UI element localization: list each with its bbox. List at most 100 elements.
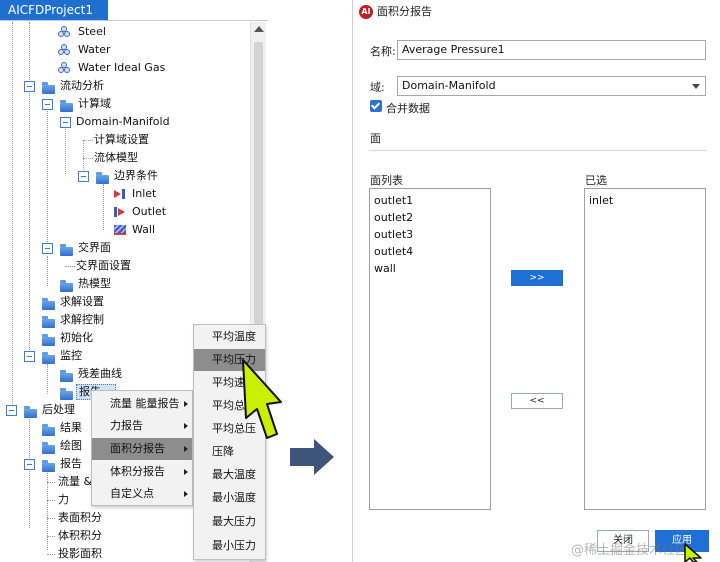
folder-icon <box>42 316 55 328</box>
project-tab[interactable]: AICFDProject1 <box>0 0 108 20</box>
tree-item-reports[interactable]: 报告 <box>60 455 82 473</box>
tree-line <box>65 266 75 267</box>
tree-item-domain[interactable]: 计算域 <box>78 95 111 113</box>
tree-item-water-ideal-gas[interactable]: Water Ideal Gas <box>78 59 165 77</box>
material-icon <box>58 62 70 74</box>
tree-divider <box>0 20 268 21</box>
tree-item-monitor[interactable]: 监控 <box>60 347 82 365</box>
submenu-arrow-icon <box>184 446 188 452</box>
add-selected-button[interactable]: >> <box>511 270 563 286</box>
tree-item-plots[interactable]: 绘图 <box>60 437 82 455</box>
pointer-cursor-icon <box>242 359 282 439</box>
collapse-toggle-icon[interactable] <box>78 171 89 182</box>
tree-item-interface-settings[interactable]: 交界面设置 <box>76 257 131 275</box>
folder-icon <box>96 172 109 184</box>
tree-line <box>47 500 55 501</box>
menu-item-flow-energy-report[interactable]: 流量 能量报告 <box>92 393 192 415</box>
tree-item-steel[interactable]: Steel <box>78 23 106 41</box>
list-item[interactable]: wall <box>374 261 396 277</box>
folder-icon <box>60 244 73 256</box>
menu-item-label: 流量 能量报告 <box>110 397 180 410</box>
menu-item-max-pressure[interactable]: 最大压力 <box>194 511 265 533</box>
menu-item-custom-point[interactable]: 自定义点 <box>92 483 192 505</box>
domain-select-value: Domain-Manifold <box>402 79 496 92</box>
tree-item-solver-settings[interactable]: 求解设置 <box>60 293 104 311</box>
tree-line <box>12 22 13 410</box>
tree-item-fluid-model[interactable]: 流体模型 <box>94 149 138 167</box>
folder-icon <box>60 280 73 292</box>
remove-selected-button[interactable]: << <box>511 393 563 409</box>
tree-line <box>47 364 48 394</box>
tree-line <box>47 104 48 252</box>
menu-item-pressure-drop[interactable]: 压降 <box>194 441 265 463</box>
tree-item-inlet[interactable]: Inlet <box>132 185 156 203</box>
watermark: @稀土掘金技术社区 <box>571 543 689 558</box>
tree-item-interface[interactable]: 交界面 <box>78 239 111 257</box>
right-arrow-icon <box>290 439 334 475</box>
tree-item-solver-control[interactable]: 求解控制 <box>60 311 104 329</box>
tree-item-domain-settings[interactable]: 计算域设置 <box>94 131 149 149</box>
merge-data-label: 合并数据 <box>386 102 430 115</box>
domain-select[interactable]: Domain-Manifold <box>397 76 706 96</box>
tree-item-projected-area[interactable]: 投影面积 <box>58 545 102 562</box>
menu-item-volume-integral-report[interactable]: 体积分报告 <box>92 461 192 483</box>
menu-item-min-pressure[interactable]: 最小压力 <box>194 535 265 557</box>
tree-item-flow-analysis[interactable]: 流动分析 <box>60 77 104 95</box>
collapse-toggle-icon[interactable] <box>6 405 17 416</box>
folder-icon <box>24 406 37 418</box>
list-item[interactable]: outlet4 <box>374 244 413 260</box>
material-icon <box>58 44 70 56</box>
scroll-up-icon[interactable] <box>254 26 264 32</box>
material-icon <box>58 26 70 38</box>
tree-item-residual-curve[interactable]: 残差曲线 <box>78 365 122 383</box>
surface-section-title: 面 <box>370 132 381 145</box>
collapse-toggle-icon[interactable] <box>24 81 35 92</box>
tree-item-force[interactable]: 力 <box>58 491 69 509</box>
menu-item-min-temperature[interactable]: 最小温度 <box>194 487 265 509</box>
chevron-down-icon <box>692 84 700 89</box>
tree-line <box>29 416 30 528</box>
scroll-thumb[interactable] <box>254 42 263 372</box>
selected-listbox[interactable]: inlet <box>584 188 706 510</box>
list-item[interactable]: outlet2 <box>374 210 413 226</box>
list-item[interactable]: outlet3 <box>374 227 413 243</box>
tree-item-initialization[interactable]: 初始化 <box>60 329 93 347</box>
tree-item-water[interactable]: Water <box>78 41 111 59</box>
tree-line <box>47 536 55 537</box>
submenu-arrow-icon <box>184 401 188 407</box>
list-item[interactable]: outlet1 <box>374 193 413 209</box>
inlet-icon <box>114 189 126 199</box>
tree-item-domain-manifold[interactable]: Domain-Manifold <box>76 113 170 131</box>
collapse-toggle-icon[interactable] <box>24 459 35 470</box>
tree-line <box>83 140 93 141</box>
tree-line <box>47 518 55 519</box>
tree-line <box>47 554 55 555</box>
menu-item-avg-temperature[interactable]: 平均温度 <box>194 326 265 348</box>
menu-item-label: 自定义点 <box>110 487 154 500</box>
list-item[interactable]: inlet <box>589 193 613 209</box>
tree-item-results[interactable]: 结果 <box>60 419 82 437</box>
collapse-toggle-icon[interactable] <box>24 351 35 362</box>
tree-item-wall[interactable]: Wall <box>132 221 155 239</box>
menu-item-force-report[interactable]: 力报告 <box>92 415 192 437</box>
wall-icon <box>114 225 126 235</box>
menu-item-surface-integral-report[interactable]: 面积分报告 <box>92 438 192 460</box>
tree-item-postprocess[interactable]: 后处理 <box>42 401 75 419</box>
tree-item-boundary-conditions[interactable]: 边界条件 <box>114 167 158 185</box>
collapse-toggle-icon[interactable] <box>60 117 71 128</box>
collapse-toggle-icon[interactable] <box>42 243 53 254</box>
menu-item-max-temperature[interactable]: 最大温度 <box>194 464 265 486</box>
tree-item-flow-and[interactable]: 流量 & <box>58 473 92 491</box>
pointer-cursor-icon <box>684 543 702 562</box>
tree-item-outlet[interactable]: Outlet <box>132 203 166 221</box>
tree-line <box>103 184 104 230</box>
merge-data-checkbox[interactable] <box>370 100 382 112</box>
tree-item-volume-integral[interactable]: 体积积分 <box>58 527 102 545</box>
app-logo-icon: AI <box>359 5 373 19</box>
name-field[interactable]: Average Pressure1 <box>397 40 706 60</box>
menu-item-label: 体积分报告 <box>110 465 165 478</box>
tree-item-surface-integral[interactable]: 表面积分 <box>58 509 102 527</box>
surface-listbox[interactable]: outlet1 outlet2 outlet3 outlet4 wall <box>369 188 491 510</box>
tree-item-thermal-model[interactable]: 热模型 <box>78 275 111 293</box>
collapse-toggle-icon[interactable] <box>42 99 53 110</box>
